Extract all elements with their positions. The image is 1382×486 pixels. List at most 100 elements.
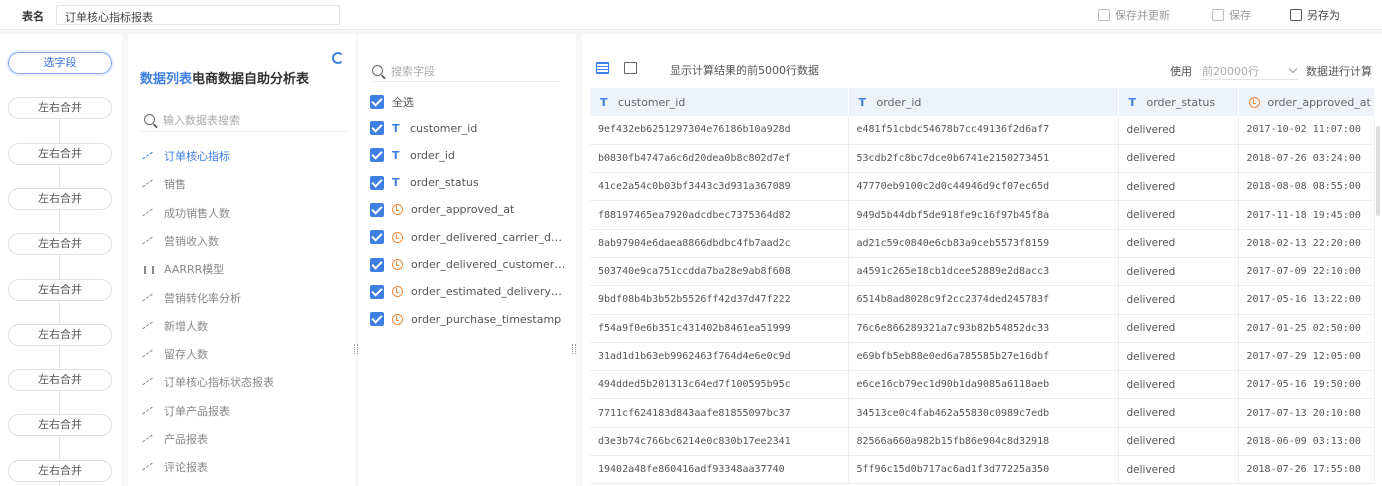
- table-cell: delivered: [1118, 398, 1239, 428]
- flow-node-merge[interactable]: 左右合并: [8, 369, 112, 392]
- line-chart-icon: [144, 349, 156, 359]
- table-cell: 2018-07-26 17:55:00: [1238, 455, 1375, 485]
- column-checkbox-row[interactable]: order_purchase_timestamp: [370, 312, 566, 327]
- resize-handle[interactable]: [354, 344, 358, 354]
- field-search-input[interactable]: 搜索字段: [370, 60, 560, 82]
- column-checkbox-row[interactable]: Torder_status: [370, 175, 566, 190]
- rows-select[interactable]: 前20000行: [1200, 62, 1298, 80]
- detail-view-icon[interactable]: [624, 62, 637, 74]
- table-cell: 9bdf08b4b3b52b5526ff42d37d47f222: [590, 285, 849, 315]
- save-as-label: 另存为: [1307, 9, 1340, 22]
- data-list-item[interactable]: 销售: [144, 176, 186, 192]
- table-cell: 8ab97904e6daea8866dbdbc4fb7aad2c: [590, 229, 849, 258]
- select-all-label: 全选: [392, 96, 414, 109]
- table-cell: 2017-07-29 12:05:00: [1238, 342, 1375, 372]
- table-cell: d3e3b74c766bc6214e0c830b17ee2341: [590, 427, 849, 457]
- data-list-item[interactable]: 评论报表: [144, 459, 208, 475]
- data-list-item[interactable]: 营销转化率分析: [144, 290, 241, 306]
- save-as-button[interactable]: 另存为: [1290, 7, 1340, 23]
- data-list-item[interactable]: 订单核心指标状态报表: [144, 374, 274, 390]
- table-cell: 2017-11-18 19:45:00: [1238, 200, 1375, 230]
- flow-node-merge[interactable]: 左右合并: [8, 187, 112, 210]
- flow-node-merge[interactable]: 左右合并: [8, 278, 112, 301]
- table-name-input[interactable]: 订单核心指标报表: [56, 5, 340, 25]
- column-header[interactable]: order_approved_at: [1238, 88, 1375, 116]
- table-cell: 19402a48fe860416adf93348aa37740: [590, 455, 849, 485]
- use-label: 使用: [1170, 65, 1192, 78]
- column-checkbox-row[interactable]: Tcustomer_id: [370, 121, 566, 135]
- table-cell: f88197465ea7920adcdbec7375364d82: [590, 200, 849, 230]
- select-all-checkbox[interactable]: 全选: [370, 94, 566, 110]
- data-list-panel: 数据列表电商数据自助分析表 输入数据表搜索 订单核心指标 销售 成功销售人数 营销收入…: [128, 34, 356, 486]
- table-cell: 31ad1d1b63eb9962463f764d4e6e0c9d: [590, 342, 849, 372]
- data-list-item-label: 销售: [164, 178, 186, 192]
- data-list-item[interactable]: 订单核心指标: [144, 148, 230, 164]
- table-row: 9ef432eb6251297304e76186b10a928d e481f51c…: [590, 116, 1375, 145]
- table-cell: delivered: [1118, 229, 1239, 258]
- data-list-item[interactable]: 新增人数: [144, 318, 208, 334]
- flow-node-merge[interactable]: 左右合并: [8, 233, 112, 256]
- data-list-item[interactable]: 成功销售人数: [144, 205, 230, 221]
- data-list-item-label: 订单产品报表: [164, 404, 230, 418]
- data-list-item[interactable]: 订单产品报表: [144, 403, 230, 419]
- text-type-icon: T: [858, 95, 867, 109]
- table-cell: delivered: [1118, 257, 1239, 287]
- refresh-icon[interactable]: [332, 52, 344, 64]
- resize-handle[interactable]: [572, 344, 576, 354]
- save-button[interactable]: 保存: [1212, 7, 1251, 23]
- flow-node-merge[interactable]: 左右合并: [8, 142, 112, 165]
- field-search-placeholder: 搜索字段: [391, 64, 435, 78]
- table-row: 9bdf08b4b3b52b5526ff42d37d47f222 6514b8ad…: [590, 285, 1375, 315]
- table-row: 7711cf624183d843aafe81855097bc37 34513ce0…: [590, 398, 1375, 428]
- checkbox-checked-icon: [370, 312, 384, 327]
- table-cell: e481f51cbdc54678b7cc49136f2d6af7: [848, 116, 1119, 145]
- data-list-item-label: 评论报表: [164, 461, 208, 475]
- column-checkbox-row[interactable]: Torder_id: [370, 148, 566, 163]
- flow-node-merge[interactable]: 左右合并: [8, 414, 112, 437]
- flow-node-merge[interactable]: 左右合并: [8, 459, 112, 482]
- column-checkbox-row[interactable]: order_delivered_customer_date: [370, 257, 566, 272]
- calc-rows-control: 使用 前20000行 数据进行计算: [1170, 62, 1372, 80]
- time-type-icon: [392, 286, 403, 298]
- column-header-content: Tcustomer_id: [600, 96, 847, 109]
- data-list-item[interactable]: AARRR模型: [144, 261, 224, 277]
- table-cell: delivered: [1118, 455, 1239, 485]
- data-list-item[interactable]: 留存人数: [144, 346, 208, 362]
- flow-node-select-fields[interactable]: 选字段: [8, 52, 112, 74]
- column-header-content: Torder_status: [1129, 96, 1238, 109]
- time-type-icon: [392, 259, 403, 270]
- flow-node-merge[interactable]: 左右合并: [8, 323, 112, 346]
- column-name: order_purchase_timestamp: [411, 312, 562, 326]
- table-view-icon[interactable]: [596, 62, 609, 74]
- table-scrollbar[interactable]: [1376, 126, 1380, 216]
- table-row: d3e3b74c766bc6214e0c830b17ee2341 82566a66…: [590, 427, 1375, 457]
- table-cell: ad21c59c0840e6cb83a9ceb5573f8159: [848, 229, 1119, 258]
- save-update-button[interactable]: 保存并更新: [1098, 7, 1170, 23]
- table-cell: 2017-01-25 02:50:00: [1238, 314, 1375, 343]
- table-cell: 2017-05-16 13:22:00: [1238, 285, 1375, 315]
- column-header[interactable]: Tcustomer_id: [590, 88, 849, 116]
- flow-node-merge[interactable]: 左右合并: [8, 97, 112, 120]
- table-search-placeholder: 输入数据表搜索: [163, 113, 240, 127]
- table-cell: b0830fb4747a6c6d20dea0b8c802d7ef: [590, 144, 849, 174]
- column-header[interactable]: Torder_status: [1118, 88, 1239, 116]
- calc-label: 数据进行计算: [1306, 65, 1372, 78]
- data-list-item[interactable]: 产品报表: [144, 431, 208, 447]
- table-cell: 82566a660a982b15fb86e904c8d32918: [848, 427, 1119, 457]
- table-cell: 2017-10-02 11:07:00: [1238, 116, 1375, 145]
- time-type-icon: [1248, 96, 1260, 108]
- column-checkbox-row[interactable]: order_approved_at: [370, 202, 566, 217]
- column-checkbox-row[interactable]: order_delivered_carrier_date: [370, 230, 566, 245]
- table-row: b0830fb4747a6c6d20dea0b8c802d7ef 53cdb2fc…: [590, 144, 1375, 174]
- table-cell: 2018-02-13 22:20:00: [1238, 229, 1375, 258]
- table-row: f88197465ea7920adcdbec7375364d82 949d5b44…: [590, 200, 1375, 230]
- table-cell: 6514b8ad8028c9f2cc2374ded245783f: [848, 285, 1119, 315]
- column-header[interactable]: Torder_id: [848, 88, 1119, 116]
- data-list-item-label: AARRR模型: [164, 263, 225, 277]
- column-checkbox-row[interactable]: order_estimated_delivery_date: [370, 284, 566, 299]
- table-search-input[interactable]: 输入数据表搜索: [140, 108, 348, 132]
- table-cell: 2017-07-09 22:10:00: [1238, 257, 1375, 287]
- checkbox-checked-icon: [370, 284, 384, 299]
- column-name: order_approved_at: [411, 203, 515, 217]
- data-list-item[interactable]: 营销收入数: [144, 233, 219, 249]
